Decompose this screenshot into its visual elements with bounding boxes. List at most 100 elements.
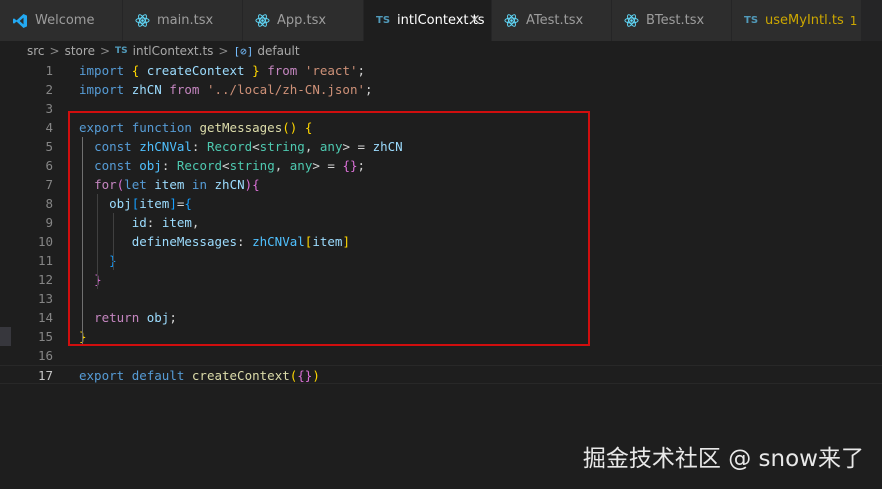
- code-token: ;: [357, 63, 366, 78]
- tab-main-tsx[interactable]: main.tsx: [123, 0, 243, 41]
- code-token: :: [237, 234, 253, 249]
- code-token: ,: [304, 139, 320, 154]
- code-line[interactable]: 13: [0, 289, 882, 308]
- code-token: obj: [139, 158, 162, 173]
- code-line[interactable]: 5 const zhCNVal: Record<string, any> = z…: [0, 137, 882, 156]
- code-line[interactable]: 9 id: item,: [0, 213, 882, 232]
- code-token: return: [94, 310, 140, 325]
- code-token: {: [252, 177, 260, 192]
- code-line[interactable]: 11 }: [0, 251, 882, 270]
- code-token: zhCN: [214, 177, 245, 192]
- tab-label: Welcome: [35, 13, 95, 28]
- line-number: 13: [37, 291, 53, 306]
- code-editor[interactable]: 1 import { createContext } from 'react'; 2…: [0, 61, 882, 489]
- code-token: {: [184, 196, 192, 211]
- code-token: 'react': [304, 63, 358, 78]
- line-number: 7: [45, 177, 53, 192]
- code-token: for: [94, 177, 117, 192]
- code-token: string: [229, 158, 275, 173]
- code-text: return obj;: [79, 308, 177, 327]
- code-line[interactable]: 16: [0, 346, 882, 365]
- problem-count-badge: 1: [849, 13, 858, 28]
- code-line[interactable]: 8 obj[item]={: [0, 194, 882, 213]
- vscode-logo-icon: [12, 13, 28, 29]
- indent-guide: [113, 213, 114, 270]
- close-tab-icon[interactable]: ×: [468, 12, 481, 27]
- code-line[interactable]: 2 import zhCN from '../local/zh-CN.json';: [0, 80, 882, 99]
- line-number: 11: [37, 253, 53, 268]
- code-token: const: [94, 139, 132, 154]
- code-token: item: [154, 177, 185, 192]
- code-token: <: [222, 158, 230, 173]
- breadcrumb: src > store > TS intlContext.ts > [⊘] default: [0, 41, 882, 61]
- code-line[interactable]: 15}: [0, 327, 882, 346]
- tab-label: ATest.tsx: [526, 13, 584, 28]
- tab-usemyintl-ts[interactable]: TS useMyIntl.ts 1: [732, 0, 862, 41]
- code-token: zhCN: [131, 82, 162, 97]
- code-line[interactable]: 17 export default createContext({}): [0, 365, 882, 384]
- react-icon: [135, 13, 150, 28]
- code-token: }: [252, 63, 260, 78]
- code-token: {}: [297, 368, 313, 383]
- typescript-icon: TS: [376, 15, 390, 26]
- code-token: > =: [312, 158, 343, 173]
- code-token: zhCN: [372, 139, 403, 154]
- code-token: {}: [342, 158, 358, 173]
- code-token: ): [312, 368, 320, 383]
- code-token: createContext: [191, 368, 290, 383]
- typescript-badge: TS: [744, 15, 759, 26]
- breadcrumb-item-intlcontext-ts[interactable]: intlContext.ts: [133, 44, 214, 58]
- code-line[interactable]: 12 }: [0, 270, 882, 289]
- code-token: :: [161, 158, 177, 173]
- line-number: 10: [37, 234, 53, 249]
- code-text: export function getMessages() {: [79, 118, 312, 137]
- tab-welcome[interactable]: Welcome: [0, 0, 123, 41]
- watermark-text: 掘金技术社区 @ snow来了: [582, 446, 864, 472]
- line-number: 1: [45, 63, 53, 78]
- code-text: import { createContext } from 'react';: [79, 61, 365, 80]
- react-icon: [624, 13, 639, 28]
- code-token: ;: [365, 82, 373, 97]
- code-line[interactable]: 3: [0, 99, 882, 118]
- tab-app-tsx[interactable]: App.tsx: [243, 0, 364, 41]
- tab-atest-tsx[interactable]: ATest.tsx: [492, 0, 612, 41]
- code-token: zhCNVal: [252, 234, 305, 249]
- code-token: default: [131, 368, 185, 383]
- code-line[interactable]: 1 import { createContext } from 'react';: [0, 61, 882, 80]
- code-token: item: [312, 234, 343, 249]
- react-icon: [255, 13, 270, 28]
- code-line[interactable]: 7 for(let item in zhCN){: [0, 175, 882, 194]
- code-token: ,: [191, 215, 200, 230]
- code-token: zhCNVal: [139, 139, 192, 154]
- line-number: 9: [45, 215, 53, 230]
- code-token: export: [79, 368, 125, 383]
- breadcrumb-item-default[interactable]: default: [257, 44, 299, 58]
- indent-guide: [97, 194, 98, 289]
- tab-intlcontext-ts[interactable]: TS intlContext.ts ×: [364, 0, 492, 41]
- code-token: Record: [206, 139, 253, 154]
- code-line[interactable]: 6 const obj: Record<string, any> = {};: [0, 156, 882, 175]
- code-line[interactable]: 10 defineMessages: zhCNVal[item]: [0, 232, 882, 251]
- line-number: 15: [37, 329, 53, 344]
- code-token: item: [161, 215, 192, 230]
- code-line[interactable]: 4 export function getMessages() {: [0, 118, 882, 137]
- tab-btest-tsx[interactable]: BTest.tsx: [612, 0, 732, 41]
- symbol-variable-icon: [⊘]: [233, 44, 254, 58]
- breadcrumb-item-src[interactable]: src: [27, 44, 45, 58]
- breadcrumb-item-store[interactable]: store: [65, 44, 95, 58]
- code-token: createContext: [146, 63, 245, 78]
- code-token: obj: [109, 196, 132, 211]
- code-token: ]: [169, 196, 177, 211]
- code-line[interactable]: 14 return obj;: [0, 308, 882, 327]
- code-token: in: [191, 177, 207, 192]
- code-token: function: [131, 120, 192, 135]
- line-number: 2: [45, 82, 53, 97]
